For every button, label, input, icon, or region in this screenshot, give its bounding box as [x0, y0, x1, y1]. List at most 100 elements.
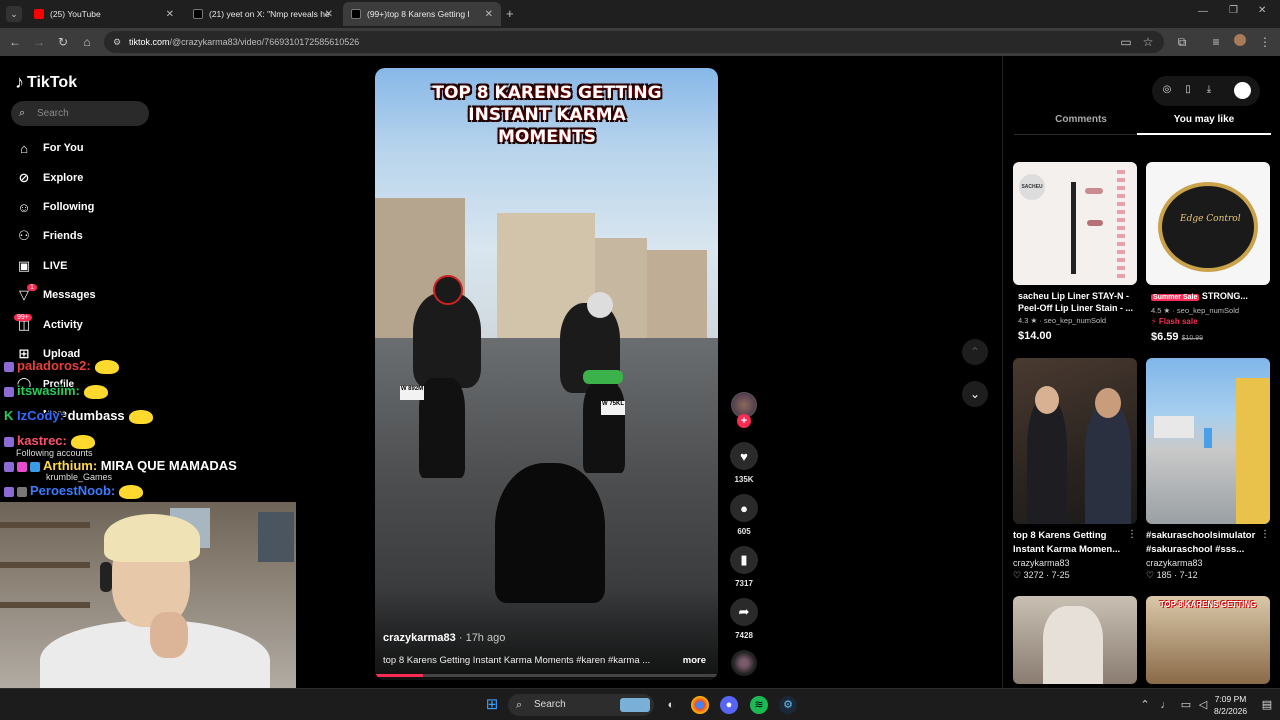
webcam-feed: [0, 502, 296, 690]
previous-video-button[interactable]: ⌃: [962, 339, 988, 365]
microphone-icon[interactable]: ♩: [1157, 696, 1175, 714]
save-count: 7317: [735, 579, 753, 588]
flash-sale-label: ⚡ Flash sale: [1151, 317, 1198, 326]
tab-you-may-like[interactable]: You may like: [1137, 114, 1271, 134]
network-icon[interactable]: ▭: [1177, 696, 1195, 714]
sidebar-item-explore[interactable]: ⊘ Explore: [15, 168, 84, 188]
bookmark-star-icon[interactable]: ☆: [1140, 34, 1156, 50]
download-icon[interactable]: ⤓: [1202, 84, 1216, 98]
like-button[interactable]: ♥ 135K: [730, 442, 758, 484]
reload-icon[interactable]: ↻: [55, 34, 71, 50]
next-video-button[interactable]: ⌄: [962, 381, 988, 407]
emote-icon: [83, 384, 108, 399]
task-view-icon[interactable]: ◐: [662, 696, 680, 714]
autoplay-toggle[interactable]: [1234, 82, 1251, 99]
back-icon[interactable]: ←: [7, 34, 23, 50]
tray-chevron-icon[interactable]: ⌃: [1136, 696, 1154, 714]
author-name[interactable]: crazykarma83: [383, 632, 456, 644]
browser-tab-tiktok[interactable]: (99+)top 8 Karens Getting I ✕: [343, 2, 501, 26]
discord-icon[interactable]: ●: [720, 696, 738, 714]
helmet: [433, 275, 463, 305]
new-tab-icon[interactable]: +: [506, 6, 514, 21]
motorcycle: [419, 378, 465, 478]
tiktok-logo[interactable]: ♪ TikTok: [15, 72, 77, 93]
product-rating: 4.5 ★ · seo_kep_numSold: [1151, 306, 1240, 315]
product-card-info[interactable]: sacheu Lip Liner STAY-N - Peel-Off Lip L…: [1018, 290, 1142, 342]
video-thumbnail[interactable]: [1146, 358, 1270, 524]
steam-icon[interactable]: ⚙: [779, 696, 797, 714]
video-progress-fill: [375, 674, 424, 677]
kebab-menu-icon[interactable]: ⋮: [1260, 529, 1270, 540]
browser-tab-x[interactable]: (21) yeet on X: "Nmp reveals he ✕: [185, 2, 341, 26]
volume-icon[interactable]: ◁: [1194, 696, 1212, 714]
window-close-icon[interactable]: ✕: [1258, 5, 1266, 16]
sidebar-item-label: Explore: [43, 172, 84, 184]
share-button[interactable]: ➦ 7428: [730, 598, 758, 640]
tab-search-menu-icon[interactable]: ⌄: [6, 6, 22, 22]
restore-icon[interactable]: ❐: [1229, 5, 1238, 16]
site-info-icon[interactable]: ⚙: [113, 31, 121, 53]
tab-comments[interactable]: Comments: [1014, 114, 1148, 134]
spotify-icon[interactable]: ≋: [750, 696, 768, 714]
video-thumbnail[interactable]: TOP 8 KARENS GETTING: [1146, 596, 1270, 684]
extensions-icon[interactable]: ⧉: [1174, 34, 1190, 50]
video-thumbnail[interactable]: [1013, 596, 1137, 684]
follow-plus-button[interactable]: +: [737, 414, 751, 428]
clock-time: 7:09 PM: [1214, 694, 1247, 704]
sidebar-item-label: For You: [43, 142, 84, 154]
person-head: [1035, 386, 1059, 414]
sidebar-item-for-you[interactable]: ⌂ For You: [15, 138, 84, 158]
speed-icon[interactable]: ◎: [1160, 84, 1174, 98]
thumbnail-title: TOP 8 KARENS GETTING: [1159, 600, 1257, 609]
friends-icon: ⚇: [18, 228, 30, 243]
sale-tag: Summer Sale: [1151, 294, 1200, 301]
home-icon: ⌂: [20, 140, 28, 156]
video-card-author: crazykarma83: [1146, 558, 1203, 568]
reading-list-icon[interactable]: ≡: [1208, 34, 1224, 50]
video-progress-bar[interactable]: [375, 674, 718, 677]
brand-logo: SACHEU: [1019, 174, 1045, 200]
cast-icon[interactable]: ▭: [1118, 34, 1134, 50]
close-icon[interactable]: ✕: [485, 9, 493, 20]
profile-avatar-icon[interactable]: [1232, 34, 1248, 50]
product-card-image[interactable]: SACHEU: [1013, 162, 1137, 285]
close-icon[interactable]: ✕: [166, 9, 174, 20]
product-card-info[interactable]: Summer Sale STRONG... 4.5 ★ · seo_kep_nu…: [1151, 290, 1275, 343]
video-author[interactable]: crazykarma83 · 17h ago: [383, 632, 505, 644]
taskbar-search[interactable]: ⌕ Search: [508, 694, 654, 716]
notifications-icon[interactable]: ▤: [1258, 696, 1276, 714]
product-card-image[interactable]: Edge Control: [1146, 162, 1270, 285]
license-plate: W 75KL: [601, 401, 625, 415]
home-icon[interactable]: ⌂: [79, 34, 95, 50]
music-disc-icon[interactable]: [731, 650, 757, 676]
forward-icon[interactable]: →: [31, 34, 47, 50]
kebab-menu-icon[interactable]: ⋮: [1127, 529, 1137, 540]
more-button[interactable]: more: [683, 655, 706, 666]
tiktok-icon: [351, 9, 361, 19]
like-count: 135K: [734, 475, 754, 484]
search-highlight-icon: [620, 698, 650, 712]
close-icon[interactable]: ✕: [325, 9, 333, 20]
browser-menu-icon[interactable]: ⋮: [1257, 34, 1273, 50]
taskbar-clock[interactable]: 7:09 PM 8/2/2026: [1214, 693, 1247, 717]
following-account-item[interactable]: krumble_Games: [46, 472, 112, 482]
windows-start-icon[interactable]: ⊞: [483, 696, 501, 714]
video-card-info[interactable]: top 8 Karens Getting Instant Karma Momen…: [1013, 529, 1137, 581]
chrome-icon[interactable]: [691, 696, 709, 714]
video-card-info[interactable]: #sakuraschoolsimulator #sakuraschool #ss…: [1146, 529, 1270, 581]
badge-icon: [4, 486, 14, 497]
video-caption: top 8 Karens Getting Instant Karma Momen…: [383, 655, 651, 666]
sidebar-item-live[interactable]: ▣ LIVE: [15, 256, 68, 276]
sidebar-item-friends[interactable]: ⚇ Friends: [15, 226, 83, 246]
device-icon[interactable]: ▯: [1181, 84, 1195, 98]
search-input[interactable]: ⌕ Search: [11, 101, 149, 126]
sidebar-item-following[interactable]: ☺ Following: [15, 197, 94, 217]
save-button[interactable]: ▮ 7317: [730, 546, 758, 588]
video-thumbnail[interactable]: [1013, 358, 1137, 524]
browser-tab-youtube[interactable]: (25) YouTube ✕: [26, 2, 182, 26]
emote-icon: [128, 409, 153, 424]
minimize-icon[interactable]: —: [1198, 6, 1208, 17]
url-field[interactable]: ⚙ tiktok.com/@crazykarma83/video/7669310…: [104, 31, 1164, 53]
comment-button[interactable]: ● 605: [730, 494, 758, 536]
video-player[interactable]: W 892M W 75KL TOP 8 KARENS GETTING INSTA…: [375, 68, 718, 680]
